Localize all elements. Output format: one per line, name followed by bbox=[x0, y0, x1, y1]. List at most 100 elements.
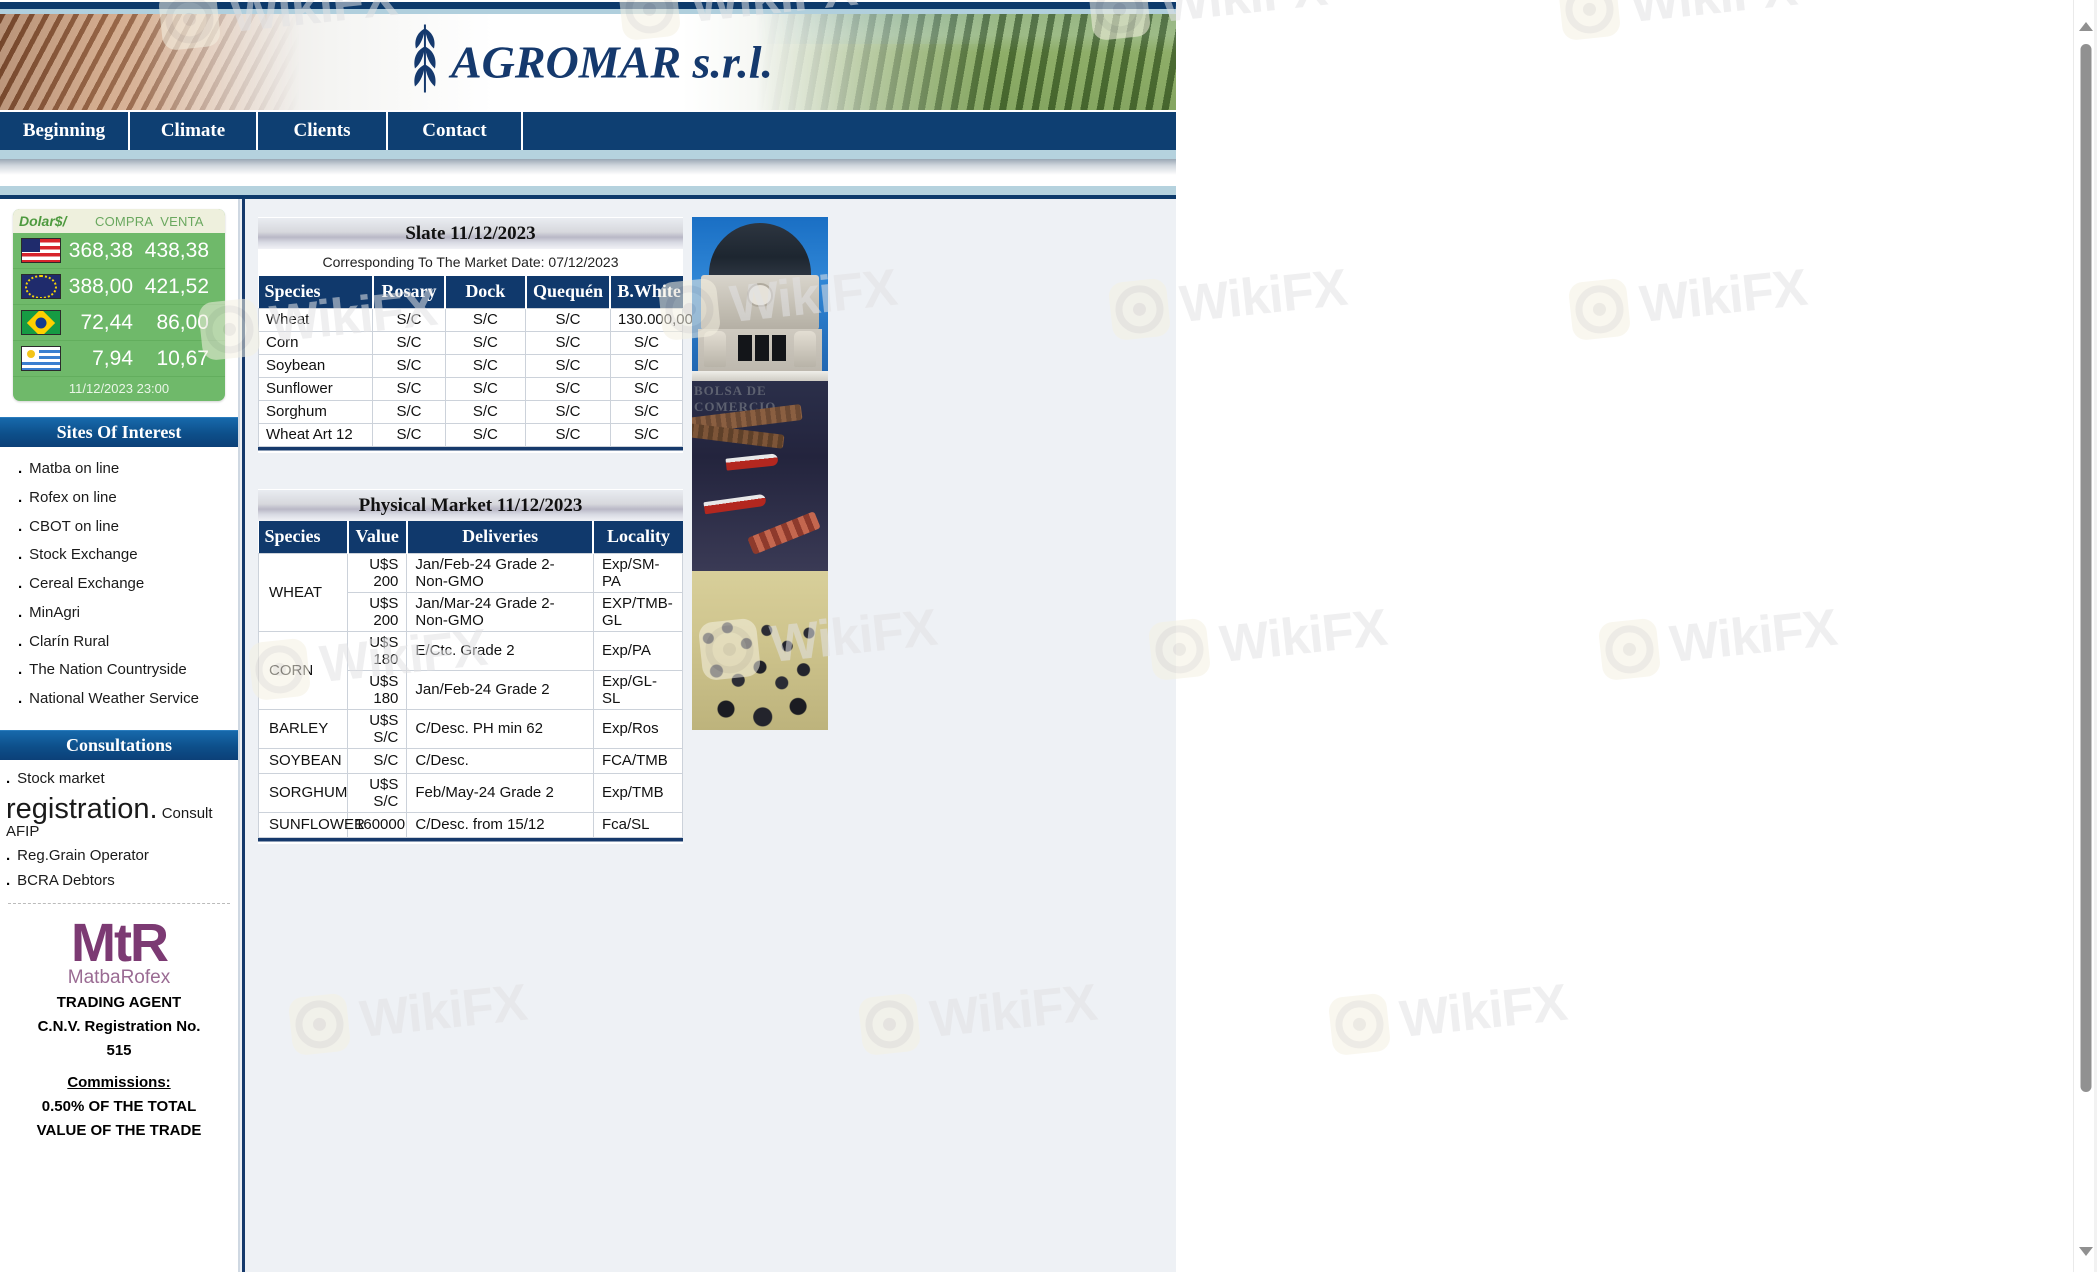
bullet-icon: . bbox=[6, 871, 11, 889]
slate-header-quequen: Quequén bbox=[525, 276, 612, 308]
sidebar-link-matba[interactable]: . Matba on line bbox=[0, 455, 238, 484]
nav-item-clients[interactable]: Clients bbox=[258, 112, 388, 150]
slate-cell-dock: S/C bbox=[444, 307, 527, 332]
sidebar-link-clarin-rural[interactable]: . Clarín Rural bbox=[0, 628, 238, 657]
physical-cell-locality: Exp/Ros bbox=[592, 708, 684, 749]
nav-item-beginning[interactable]: Beginning bbox=[0, 112, 130, 150]
table-row: Wheat Art 12 S/C S/C S/C S/C bbox=[257, 422, 684, 447]
table-row: Sunflower S/C S/C S/C S/C bbox=[257, 376, 684, 401]
collage-river-photo: BOLSA DE COMERCIO bbox=[692, 381, 828, 571]
matba-rofex-logo-mark: MtR bbox=[71, 912, 169, 973]
slate-cell-rosary: S/C bbox=[372, 307, 446, 332]
sidebar-link-weather-service[interactable]: . National Weather Service bbox=[0, 685, 238, 714]
nav-item-climate[interactable]: Climate bbox=[130, 112, 258, 150]
currency-widget-header: Dolar$/ COMPRA VENTA bbox=[13, 209, 225, 233]
table-row: Corn S/C S/C S/C S/C bbox=[257, 330, 684, 355]
physical-header-row: Species Value Deliveries Locality bbox=[258, 521, 683, 553]
nav-item-contact[interactable]: Contact bbox=[388, 112, 523, 150]
slate-table: Species Rosary Dock Quequén B.White Whea… bbox=[257, 276, 693, 447]
slate-cell-quequen: S/C bbox=[525, 307, 611, 332]
main-content: Slate 11/12/2023 Corresponding To The Ma… bbox=[242, 199, 1176, 1272]
matba-rofex-logo: MtR MatbaRofex bbox=[6, 916, 232, 987]
slate-header-dock: Dock bbox=[445, 276, 527, 308]
physical-cell-locality: Exp/GL-SL bbox=[592, 669, 684, 710]
physical-cell-locality: Exp/TMB bbox=[592, 772, 684, 813]
slate-header-rosary: Rosary bbox=[372, 276, 447, 308]
currency-sell-value: 10,67 bbox=[156, 346, 209, 370]
slate-cell-rosary: S/C bbox=[372, 422, 446, 447]
sidebar-link-label: Cereal Exchange bbox=[29, 575, 145, 592]
watermark: WikiFX bbox=[1557, 0, 1800, 42]
physical-cell-value: U$S S/C bbox=[347, 772, 408, 813]
slate-cell-rosary: S/C bbox=[372, 376, 446, 401]
slate-cell-dock: S/C bbox=[444, 330, 527, 355]
physical-cell-species: SOYBEAN bbox=[257, 747, 349, 774]
sidebar-link-stock-exchange[interactable]: . Stock Exchange bbox=[0, 541, 238, 570]
physical-header-value: Value bbox=[347, 521, 408, 553]
sidebar-link-nation-countryside[interactable]: . The Nation Countryside bbox=[0, 656, 238, 685]
sidebar-link-label: CBOT on line bbox=[29, 517, 119, 535]
consultations-list: . Stock market registration. Consult AFIP… bbox=[0, 766, 238, 893]
slate-cell-quequen: S/C bbox=[525, 330, 611, 355]
table-row: CORN U$S 180 E/Ctc. Grade 2 Exp/PA bbox=[257, 630, 684, 710]
consultations-title: Consultations bbox=[0, 729, 238, 760]
scroll-down-arrow-icon[interactable] bbox=[2078, 1247, 2093, 1256]
sites-of-interest-list: . Matba on line . Rofex on line . CBOT on l… bbox=[0, 455, 238, 714]
physical-cell-value: U$S 180 bbox=[347, 630, 408, 671]
bullet-icon: . bbox=[18, 661, 23, 679]
slate-cell-bwhite: S/C bbox=[609, 422, 684, 447]
scroll-up-arrow-icon[interactable] bbox=[2078, 22, 2093, 31]
eu-flag-icon bbox=[21, 274, 61, 299]
scrollbar-thumb[interactable] bbox=[2080, 44, 2091, 1092]
registration-big-label: registration. bbox=[6, 792, 158, 825]
building-frieze bbox=[701, 275, 819, 330]
sidebar-link-rofex[interactable]: . Rofex on line bbox=[0, 484, 238, 513]
consultation-registration[interactable]: registration. Consult AFIP bbox=[0, 791, 238, 843]
sidebar-link-minagri[interactable]: . MinAgri bbox=[0, 599, 238, 628]
nav-filler bbox=[523, 112, 1176, 150]
sidebar-link-cereal-exchange[interactable]: . Cereal Exchange bbox=[0, 570, 238, 599]
collage-dome-photo bbox=[692, 217, 828, 397]
physical-cell-delivery: E/Ctc. Grade 2 bbox=[406, 630, 594, 671]
bullet-icon: . bbox=[18, 632, 23, 650]
table-row: WHEAT U$S 200 Jan/Feb-24 Grade 2-Non-GMO… bbox=[257, 552, 684, 632]
sidebar-link-label: Stock Exchange bbox=[29, 546, 138, 564]
physical-cell-locality: FCA/TMB bbox=[592, 747, 684, 774]
matba-rofex-logo-name: MatbaRofex bbox=[67, 966, 171, 988]
watermark-text: WikiFX bbox=[1177, 258, 1350, 334]
site-logo-text: AGROMAR s.r.l. bbox=[450, 36, 774, 87]
sidebar-link-label: Matba on line bbox=[29, 460, 120, 477]
trading-floor-crowd bbox=[692, 599, 828, 730]
slate-cell-dock: S/C bbox=[444, 353, 527, 378]
sidebar: Dolar$/ COMPRA VENTA 368,38 438,38 388,0… bbox=[0, 199, 240, 1272]
physical-cell-delivery: Jan/Feb-24 Grade 2-Non-GMO bbox=[406, 552, 594, 593]
consultation-link-label: Reg.Grain Operator bbox=[17, 846, 149, 864]
currency-sell-value: 86,00 bbox=[156, 310, 209, 334]
consultation-link-bcra-debtors[interactable]: . BCRA Debtors bbox=[0, 868, 238, 893]
watermark-text: WikiFX bbox=[1637, 258, 1810, 334]
nav-underline-gradient bbox=[0, 159, 1176, 175]
watermark-text: WikiFX bbox=[1397, 973, 1570, 1049]
banner-right-field-photo bbox=[756, 14, 1176, 110]
currency-buy-value: 388,00 bbox=[68, 274, 133, 298]
wikifx-logo-icon bbox=[1567, 277, 1632, 342]
currency-row: 7,94 10,67 bbox=[13, 341, 225, 377]
physical-cell-locality: Exp/PA bbox=[592, 630, 684, 671]
physical-cell-value: U$S 180 bbox=[347, 669, 408, 710]
table-row: SORGHUM U$S S/C Feb/May-24 Grade 2 Exp/T… bbox=[257, 772, 684, 813]
site-logo[interactable]: AGROMAR s.r.l. bbox=[403, 23, 773, 102]
watermark-text: WikiFX bbox=[1217, 598, 1390, 674]
consultation-link-stock-market[interactable]: . Stock market bbox=[0, 766, 238, 791]
consultation-link-grain-operator[interactable]: . Reg.Grain Operator bbox=[0, 843, 238, 868]
currency-col-buy: COMPRA bbox=[95, 213, 154, 229]
bullet-icon: . bbox=[18, 460, 23, 477]
slate-cell-bwhite: S/C bbox=[609, 330, 684, 355]
physical-cell-species: CORN bbox=[257, 630, 349, 710]
slate-table-block: Slate 11/12/2023 Corresponding To The Ma… bbox=[257, 217, 693, 453]
us-flag-icon bbox=[21, 238, 61, 263]
bullet-icon: . bbox=[18, 690, 23, 707]
physical-market-table: Species Value Deliveries Locality WHEAT … bbox=[257, 521, 684, 838]
cargo-ship-icon bbox=[703, 493, 767, 515]
sidebar-link-cbot[interactable]: . CBOT on line bbox=[0, 513, 238, 542]
